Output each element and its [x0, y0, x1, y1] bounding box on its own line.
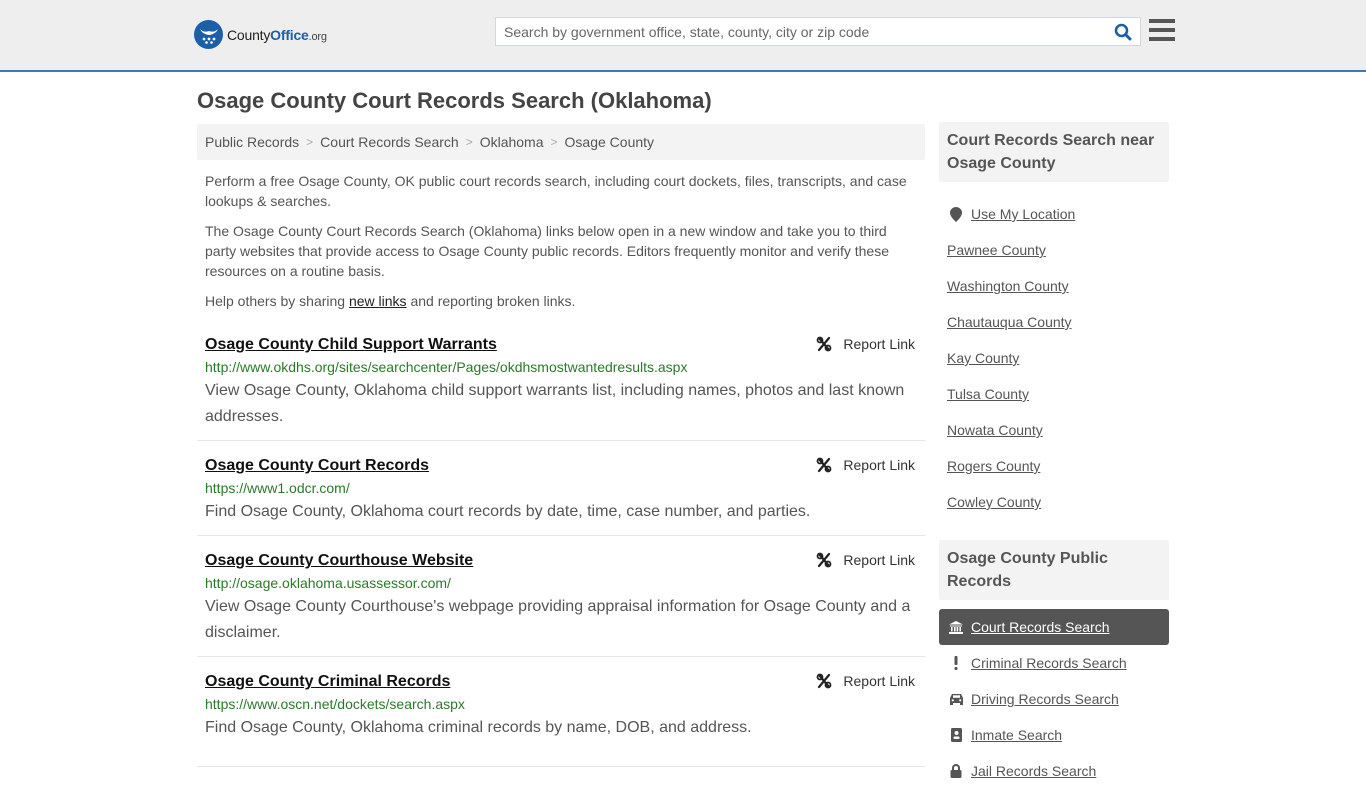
- result-item: Osage County Courthouse Website Report L…: [197, 546, 925, 657]
- bank-icon: [947, 620, 965, 634]
- exclamation-icon: [947, 656, 965, 670]
- nearby-county-link[interactable]: Nowata County: [947, 422, 1043, 438]
- result-item: Osage County Child Support Warrants Repo…: [197, 330, 925, 441]
- hamburger-menu-icon[interactable]: [1149, 19, 1175, 43]
- car-icon: [947, 693, 965, 705]
- nearby-county-link[interactable]: Chautauqua County: [947, 314, 1072, 330]
- breadcrumb-separator: >: [550, 135, 558, 149]
- breadcrumb-separator: >: [465, 135, 473, 149]
- main-content: Public Records > Court Records Search > …: [197, 124, 925, 761]
- nearby-county-link[interactable]: Cowley County: [947, 494, 1041, 510]
- divider: [197, 766, 925, 767]
- public-record-item-court[interactable]: Court Records Search: [939, 609, 1169, 645]
- id-badge-icon: [947, 728, 965, 742]
- report-link-button[interactable]: Report Link: [816, 457, 915, 473]
- nearby-county-item[interactable]: Washington County: [939, 268, 1169, 304]
- report-link-button[interactable]: Report Link: [816, 552, 915, 568]
- result-description: View Osage County Courthouse's webpage p…: [205, 598, 911, 641]
- breadcrumb-osage-county[interactable]: Osage County: [565, 134, 655, 150]
- nearby-county-item[interactable]: Nowata County: [939, 412, 1169, 448]
- result-url[interactable]: http://osage.oklahoma.usassessor.com/: [205, 574, 917, 592]
- eagle-logo-icon: [194, 20, 223, 49]
- report-link-label: Report Link: [843, 336, 915, 352]
- public-record-link[interactable]: Driving Records Search: [971, 691, 1119, 707]
- intro-p3-after: and reporting broken links.: [406, 293, 576, 309]
- public-records-heading: Osage County Public Records: [939, 540, 1169, 600]
- new-links-link[interactable]: new links: [349, 293, 407, 309]
- result-item: Osage County Criminal Records Report Lin…: [197, 667, 925, 751]
- nearby-county-link[interactable]: Tulsa County: [947, 386, 1029, 402]
- public-record-item-jail[interactable]: Jail Records Search: [939, 753, 1169, 789]
- report-link-label: Report Link: [843, 552, 915, 568]
- public-record-item-driving[interactable]: Driving Records Search: [939, 681, 1169, 717]
- result-description: View Osage County, Oklahoma child suppor…: [205, 382, 905, 425]
- public-record-link[interactable]: Court Records Search: [971, 619, 1110, 635]
- search-box: [495, 17, 1141, 46]
- intro-paragraph-2: The Osage County Court Records Search (O…: [205, 223, 890, 279]
- nearby-county-link[interactable]: Pawnee County: [947, 242, 1046, 258]
- intro-paragraph-3: Help others by sharing new links and rep…: [205, 291, 917, 311]
- use-my-location-link[interactable]: Use My Location: [971, 206, 1075, 222]
- search-button[interactable]: [1112, 22, 1134, 42]
- broken-link-icon: [817, 673, 832, 689]
- breadcrumb-separator: >: [306, 135, 314, 149]
- nearby-county-item[interactable]: Kay County: [939, 340, 1169, 376]
- logo-tld: .org: [308, 30, 327, 43]
- nearby-county-link[interactable]: Kay County: [947, 350, 1019, 366]
- nearby-county-item[interactable]: Tulsa County: [939, 376, 1169, 412]
- result-item: Osage County Court Records Report Link h…: [197, 451, 925, 536]
- nearby-heading: Court Records Search near Osage County: [939, 122, 1169, 182]
- logo-name: County: [227, 26, 271, 43]
- breadcrumb-public-records[interactable]: Public Records: [205, 134, 299, 150]
- result-title-link[interactable]: Osage County Child Support Warrants: [205, 336, 497, 354]
- sidebar: Court Records Search near Osage County U…: [939, 122, 1169, 789]
- public-record-link[interactable]: Jail Records Search: [971, 763, 1096, 779]
- nearby-county-item[interactable]: Chautauqua County: [939, 304, 1169, 340]
- report-link-label: Report Link: [843, 457, 915, 473]
- breadcrumb-court-records-search[interactable]: Court Records Search: [320, 134, 459, 150]
- nearby-county-item[interactable]: Rogers County: [939, 448, 1169, 484]
- results-list: Osage County Child Support Warrants Repo…: [197, 330, 925, 751]
- nearby-county-link[interactable]: Rogers County: [947, 458, 1040, 474]
- nearby-list: Use My Location Pawnee County Washington…: [939, 196, 1169, 520]
- public-record-link[interactable]: Criminal Records Search: [971, 655, 1127, 671]
- breadcrumb: Public Records > Court Records Search > …: [197, 124, 925, 160]
- logo-name-bold: Office: [270, 26, 309, 43]
- logo-text: CountyOffice.org: [227, 27, 327, 43]
- public-record-link[interactable]: Inmate Search: [971, 727, 1062, 743]
- public-records-list: Court Records Search Criminal Records Se…: [939, 609, 1169, 789]
- result-url[interactable]: https://www1.odcr.com/: [205, 479, 917, 497]
- top-bar: CountyOffice.org: [0, 0, 1366, 72]
- nearby-county-link[interactable]: Washington County: [947, 278, 1069, 294]
- broken-link-icon: [817, 552, 832, 568]
- report-link-button[interactable]: Report Link: [816, 673, 915, 689]
- search-input[interactable]: [496, 18, 1106, 45]
- result-title-link[interactable]: Osage County Court Records: [205, 457, 429, 475]
- intro-text: Perform a free Osage County, OK public c…: [197, 171, 925, 311]
- result-title-link[interactable]: Osage County Criminal Records: [205, 673, 450, 691]
- intro-paragraph-1: Perform a free Osage County, OK public c…: [205, 173, 907, 209]
- result-description: Find Osage County, Oklahoma court record…: [205, 503, 811, 520]
- result-url[interactable]: http://www.okdhs.org/sites/searchcenter/…: [205, 358, 917, 376]
- result-title-link[interactable]: Osage County Courthouse Website: [205, 552, 473, 570]
- use-my-location[interactable]: Use My Location: [939, 196, 1169, 232]
- public-record-item-criminal[interactable]: Criminal Records Search: [939, 645, 1169, 681]
- broken-link-icon: [817, 336, 832, 352]
- nearby-county-item[interactable]: Pawnee County: [939, 232, 1169, 268]
- page-title: Osage County Court Records Search (Oklah…: [197, 88, 712, 113]
- breadcrumb-oklahoma[interactable]: Oklahoma: [480, 134, 544, 150]
- report-link-button[interactable]: Report Link: [816, 336, 915, 352]
- report-link-label: Report Link: [843, 673, 915, 689]
- result-description: Find Osage County, Oklahoma criminal rec…: [205, 719, 752, 736]
- map-marker-icon: [947, 206, 965, 222]
- intro-p3-before: Help others by sharing: [205, 293, 349, 309]
- search-icon: [1114, 23, 1132, 41]
- public-record-item-inmate[interactable]: Inmate Search: [939, 717, 1169, 753]
- broken-link-icon: [817, 457, 832, 473]
- result-url[interactable]: https://www.oscn.net/dockets/search.aspx: [205, 695, 917, 713]
- site-logo[interactable]: CountyOffice.org: [194, 20, 327, 49]
- lock-icon: [947, 764, 965, 778]
- nearby-county-item[interactable]: Cowley County: [939, 484, 1169, 520]
